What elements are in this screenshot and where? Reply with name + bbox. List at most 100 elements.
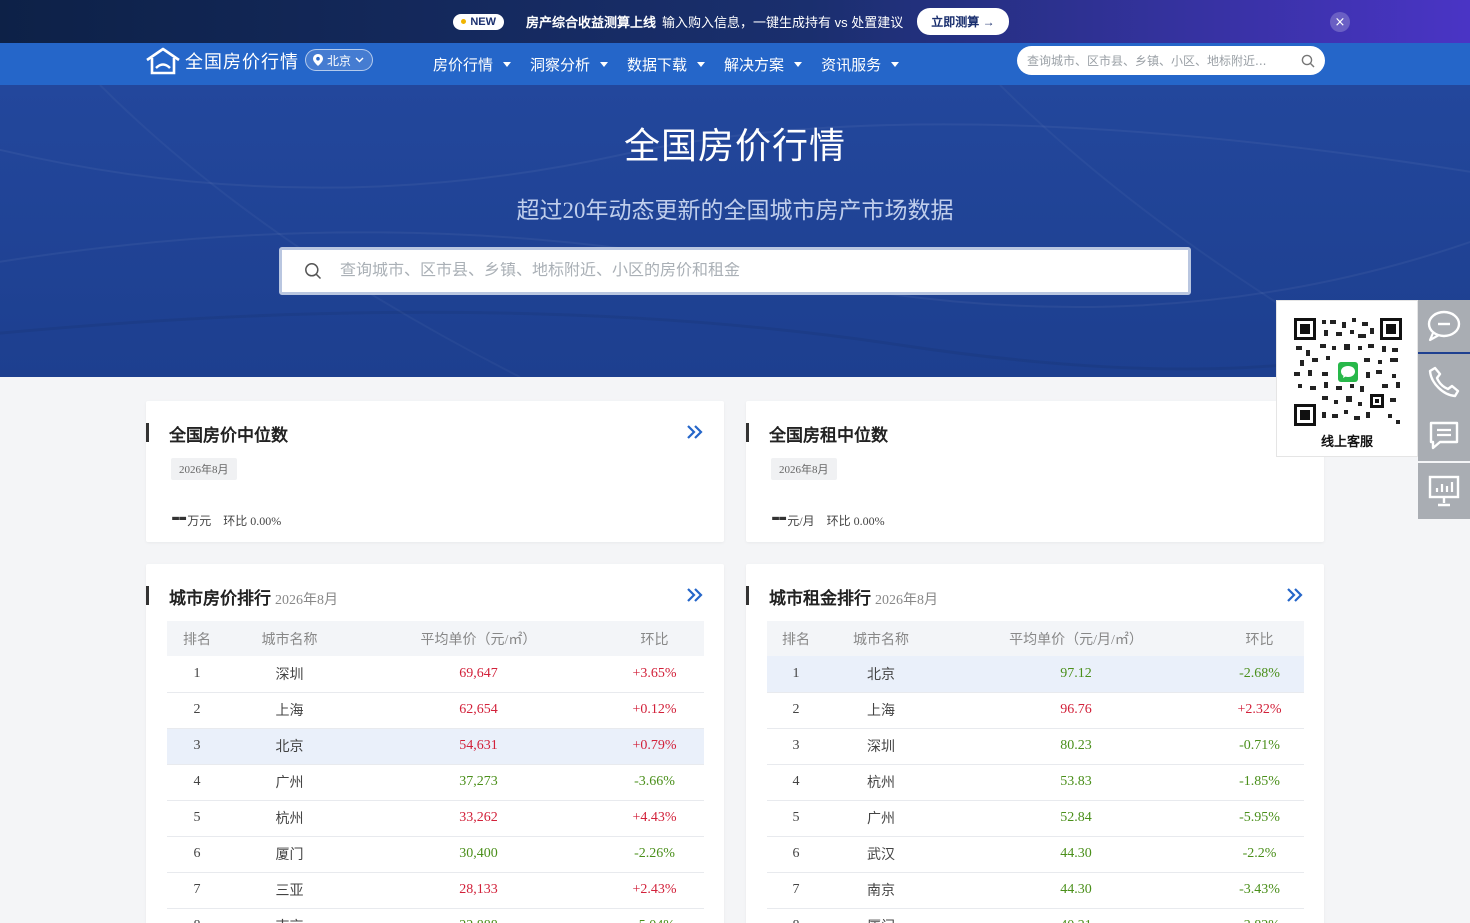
table-row[interactable]: 8厦门40.21-3.82%	[767, 908, 1304, 923]
hero-search-input[interactable]	[340, 262, 1188, 280]
card-date: 2026年8月	[275, 593, 338, 608]
table-row[interactable]: 1 深圳 69,647 +3.65%	[167, 656, 704, 693]
double-chevron-right-icon[interactable]	[686, 586, 704, 604]
message-button[interactable]	[1418, 409, 1470, 461]
table-row[interactable]: 7 三亚 28,133 +2.43%	[167, 872, 704, 909]
chat-button[interactable]	[1418, 300, 1470, 352]
caret-down-icon	[794, 61, 803, 67]
menu-item-news[interactable]: 资讯服务	[821, 54, 900, 75]
badge-dot-icon	[461, 19, 467, 24]
main-menu: 房价行情 洞察分析 数据下载 解决方案 资讯服务	[433, 43, 918, 85]
city-cell[interactable]: 南京	[227, 908, 352, 923]
promo-cta-button[interactable]: 立即测算 →	[917, 8, 1009, 35]
mom-cell: -2.2%	[1215, 836, 1304, 873]
phone-button[interactable]	[1418, 354, 1470, 409]
table-row[interactable]: 3 深圳 80.23 -0.71%	[767, 728, 1304, 765]
menu-item-insight[interactable]: 洞察分析	[530, 54, 609, 75]
brand-logo[interactable]: 全国房价行情	[145, 46, 299, 76]
rank-cell: 8	[167, 908, 227, 923]
city-cell[interactable]: 上海	[825, 692, 937, 729]
city-cell[interactable]: 北京	[227, 728, 352, 765]
header-price: 平均单价（元/月/㎡）	[937, 621, 1215, 656]
city-cell[interactable]: 深圳	[825, 728, 937, 765]
double-chevron-right-icon[interactable]	[686, 423, 704, 441]
city-cell[interactable]: 上海	[227, 692, 352, 729]
table-row[interactable]: 4 广州 37,273 -3.66%	[167, 764, 704, 801]
city-cell[interactable]: 三亚	[227, 872, 352, 909]
menu-item-download[interactable]: 数据下载	[627, 54, 706, 75]
price-cell: 28,133	[352, 872, 605, 909]
table-row[interactable]: 1 北京 97.12 -2.68%	[767, 656, 1304, 693]
city-cell[interactable]: 北京	[825, 656, 937, 693]
presentation-button[interactable]	[1418, 463, 1470, 519]
search-icon[interactable]	[1301, 54, 1315, 68]
menu-item-price[interactable]: 房价行情	[433, 54, 512, 75]
mom-cell: -5.04%	[605, 908, 704, 923]
city-cell[interactable]: 南京	[825, 872, 937, 909]
presentation-icon	[1428, 475, 1460, 507]
nav-search-input[interactable]	[1027, 53, 1301, 68]
table-row[interactable]: 4 杭州 53.83 -1.85%	[767, 764, 1304, 801]
price-cell: 33,262	[352, 800, 605, 837]
double-chevron-right-icon[interactable]	[1286, 586, 1304, 604]
price-index-card: 全国房价中位数 2026年8月 -- 万元 环比 0.00%	[146, 401, 724, 542]
promo-close-button[interactable]: ×	[1330, 12, 1350, 32]
rank-cell: 7	[167, 872, 227, 909]
price-cell: 97.12	[937, 656, 1215, 693]
city-cell[interactable]: 广州	[227, 764, 352, 801]
city-cell[interactable]: 厦门	[227, 836, 352, 873]
table-row[interactable]: 8南京22,888-5.04%	[167, 908, 704, 923]
price-cell: 44.30	[937, 836, 1215, 873]
rent-rank-card: 城市租金排行 2026年8月 排名 城市名称 平均单价（元/月/㎡） 环比 1北…	[746, 564, 1324, 923]
header-rank: 排名	[167, 621, 227, 656]
caret-down-icon	[503, 61, 512, 67]
promo-banner: NEW 房产综合收益测算上线 输入购入信息，一键生成持有 vs 处置建议 立即测…	[0, 0, 1470, 43]
city-cell[interactable]: 杭州	[227, 800, 352, 837]
rent-index-stat: -- 元/月 环比 0.00%	[771, 506, 885, 531]
table-row[interactable]: 2 上海 62,654 +0.12%	[167, 692, 704, 729]
card-title: 全国房价中位数	[169, 426, 288, 446]
mom-cell: +0.12%	[605, 692, 704, 729]
table-row[interactable]: 7 南京 44.30 -3.43%	[767, 872, 1304, 909]
mom-cell: -3.82%	[1215, 908, 1304, 923]
table-row[interactable]: 5 广州 52.84 -5.95%	[767, 800, 1304, 837]
promo-description: 输入购入信息，一键生成持有 vs 处置建议	[662, 15, 904, 30]
city-cell[interactable]: 杭州	[825, 764, 937, 801]
top-navbar: 全国房价行情 北京 房价行情 洞察分析 数据下载 解决方案 资讯服务	[0, 43, 1470, 85]
mom-cell: +2.32%	[1215, 692, 1304, 729]
stat-mom: 环比 0.00%	[223, 514, 282, 528]
mom-cell: -3.66%	[605, 764, 704, 801]
caret-down-icon	[600, 61, 609, 67]
table-row[interactable]: 3 北京 54,631 +0.79%	[167, 728, 704, 765]
qr-code-image	[1292, 316, 1404, 428]
price-cell: 44.30	[937, 872, 1215, 909]
card-title: 城市房价排行	[169, 589, 271, 609]
nav-search-box	[1017, 46, 1325, 75]
rank-cell: 6	[767, 836, 825, 873]
customer-service-qr-panel: 线上客服	[1276, 300, 1418, 457]
mom-cell: -1.85%	[1215, 764, 1304, 801]
table-row[interactable]: 5 杭州 33,262 +4.43%	[167, 800, 704, 837]
caret-down-icon	[697, 61, 706, 67]
header-city: 城市名称	[825, 621, 937, 656]
qr-label: 线上客服	[1320, 435, 1373, 450]
menu-item-label: 数据下载	[627, 55, 688, 74]
table-row[interactable]: 6 厦门 30,400 -2.26%	[167, 836, 704, 873]
header-mom: 环比	[1215, 621, 1304, 656]
city-cell[interactable]: 武汉	[825, 836, 937, 873]
table-row[interactable]: 6 武汉 44.30 -2.2%	[767, 836, 1304, 873]
city-cell[interactable]: 厦门	[825, 908, 937, 923]
search-icon[interactable]	[304, 262, 322, 280]
city-cell[interactable]: 深圳	[227, 656, 352, 693]
header-price: 平均单价（元/㎡）	[352, 621, 605, 656]
table-row[interactable]: 2 上海 96.76 +2.32%	[767, 692, 1304, 729]
brand-name: 全国房价行情	[185, 52, 299, 73]
mom-cell: -3.43%	[1215, 872, 1304, 909]
menu-item-label: 解决方案	[724, 55, 785, 74]
menu-item-solutions[interactable]: 解决方案	[724, 54, 803, 75]
city-selector[interactable]: 北京	[305, 49, 374, 71]
price-cell: 22,888	[352, 908, 605, 923]
mom-cell: +3.65%	[605, 656, 704, 693]
city-cell[interactable]: 广州	[825, 800, 937, 837]
chevron-down-icon	[355, 57, 364, 63]
